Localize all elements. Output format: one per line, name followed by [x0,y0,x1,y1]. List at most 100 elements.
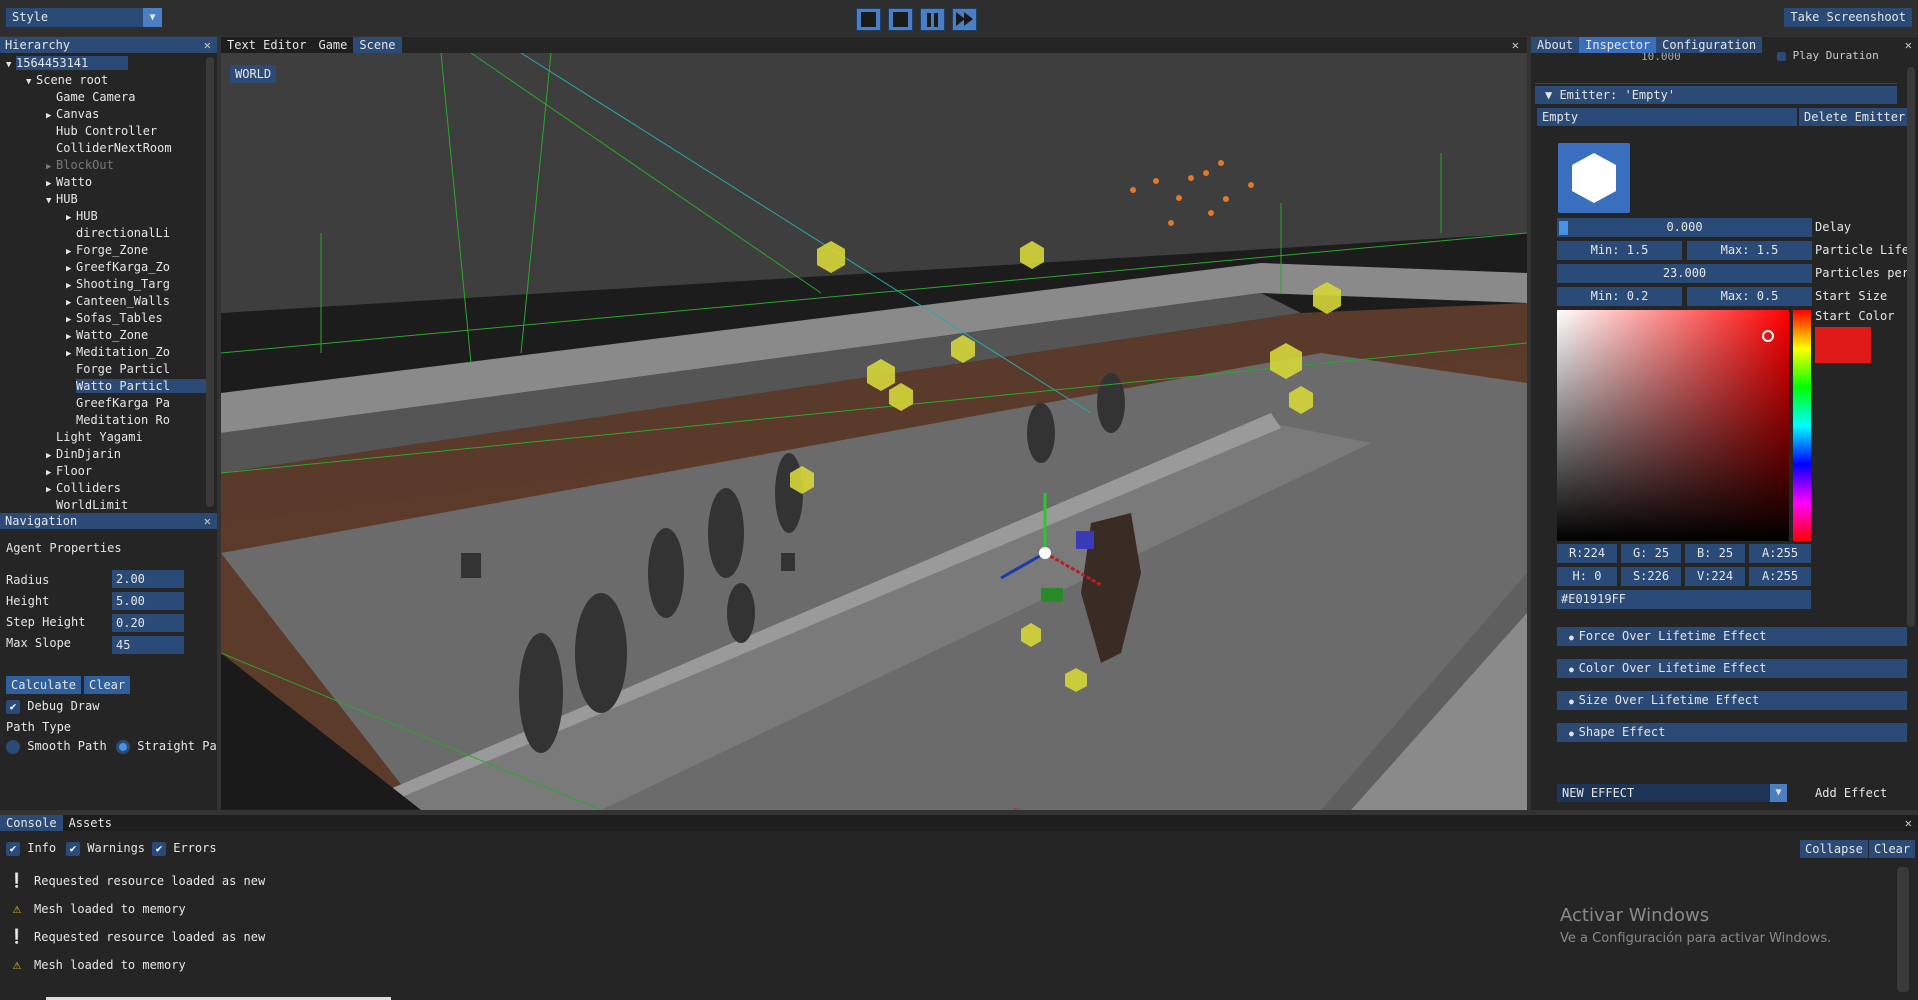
radius-field[interactable]: 2.00 [112,570,184,588]
hierarchy-item[interactable]: ▼ HUB [0,191,216,208]
info-filter[interactable]: ✔ Info [6,841,56,856]
expanded-arrow-icon[interactable]: ▼ [6,57,16,74]
hierarchy-item[interactable]: GreefKarga Pa [0,395,216,412]
effect-header[interactable]: ● Size Over Lifetime Effect [1557,691,1907,710]
tab-about[interactable]: About [1531,37,1580,53]
start-color-swatch[interactable] [1815,327,1871,363]
delay-slider[interactable]: 0.000 [1557,218,1812,237]
step-button[interactable] [888,8,913,31]
emitter-header[interactable]: ▼ Emitter: 'Empty' [1535,86,1897,104]
step-height-field[interactable]: 0.20 [112,614,184,632]
calculate-button[interactable]: Calculate [6,676,82,694]
hierarchy-item[interactable]: Game Camera [0,89,216,106]
expanded-arrow-icon[interactable]: ▼ [46,193,56,210]
hierarchy-item[interactable]: WorldLimit [0,497,216,513]
tab-assets[interactable]: Assets [62,815,118,831]
scene-render[interactable] [221,53,1527,810]
console-scrollbar[interactable] [1897,867,1909,992]
clear-button[interactable]: Clear [84,676,131,694]
checkbox-icon[interactable] [1777,51,1786,61]
hierarchy-item[interactable]: directionalLi [0,225,216,242]
hierarchy-item[interactable]: ColliderNextRoom [0,140,216,157]
close-icon[interactable]: ✕ [1905,37,1912,53]
hierarchy-item[interactable]: ▶ Canteen_Walls [0,293,216,310]
hierarchy-item[interactable]: ▼ Scene root [0,72,216,89]
world-toggle-button[interactable]: WORLD [230,65,277,83]
size-min-field[interactable]: Min: 0.2 [1557,287,1682,306]
hierarchy-item[interactable]: ▶ HUB [0,208,216,225]
effect-header[interactable]: ● Shape Effect [1557,723,1907,742]
delete-emitter-button[interactable]: Delete Emitter [1799,108,1911,126]
hierarchy-item[interactable]: ▶ Watto [0,174,216,191]
color-picker-sv-area[interactable] [1557,310,1789,541]
hierarchy-item[interactable]: ▶ Colliders [0,480,216,497]
life-max-field[interactable]: Max: 1.5 [1687,241,1812,260]
particles-per-field[interactable]: 23.000 [1557,264,1812,283]
tab-text-editor[interactable]: Text Editor [221,37,313,53]
clear-console-button[interactable]: Clear [1869,840,1916,858]
hierarchy-item[interactable]: ▶ Canvas [0,106,216,123]
tab-configuration[interactable]: Configuration [1656,37,1763,53]
expanded-arrow-icon[interactable]: ▼ [26,74,36,91]
height-field[interactable]: 5.00 [112,592,184,610]
hierarchy-item[interactable]: ▶ DinDjarin [0,446,216,463]
hierarchy-item[interactable]: ▶ BlockOut [0,157,216,174]
warnings-filter[interactable]: ✔ Warnings [66,841,145,856]
hierarchy-item[interactable]: ▶ Watto_Zone [0,327,216,344]
red-field[interactable]: R:224 [1557,544,1617,563]
particle-texture-preview[interactable] [1558,143,1630,213]
collapse-button[interactable]: Collapse [1800,840,1868,858]
hierarchy-item[interactable]: ▶ Forge_Zone [0,242,216,259]
take-screenshot-button[interactable]: Take Screenshoot [1784,8,1912,27]
hierarchy-item[interactable]: Forge Particl [0,361,216,378]
console-line[interactable]: ❕ Requested resource loaded as new [6,867,1886,895]
tab-scene[interactable]: Scene [353,37,402,53]
life-min-field[interactable]: Min: 1.5 [1557,241,1682,260]
effect-header[interactable]: ● Force Over Lifetime Effect [1557,627,1907,646]
add-effect-label[interactable]: Add Effect [1815,786,1887,800]
tab-console[interactable]: Console [0,815,63,831]
fast-forward-button[interactable] [952,8,977,31]
green-field[interactable]: G: 25 [1621,544,1681,563]
debug-draw-checkbox[interactable]: ✔ Debug Draw [6,699,99,714]
stop-button[interactable] [856,8,881,31]
hierarchy-item[interactable]: ▶ Sofas_Tables [0,310,216,327]
inspector-scrollbar[interactable] [1907,67,1915,627]
alpha-hsv-field[interactable]: A:255 [1749,567,1811,586]
hierarchy-item[interactable]: Light Yagami [0,429,216,446]
hierarchy-scrollbar[interactable] [206,57,214,507]
hierarchy-item[interactable]: Meditation Ro [0,412,216,429]
style-combo[interactable]: Style ▼ [6,8,162,27]
scene-viewport[interactable]: WORLD [221,53,1527,810]
hierarchy-item[interactable]: ▶ Floor [0,463,216,480]
close-icon[interactable]: ✕ [1905,815,1912,831]
hierarchy-item[interactable]: ▼ 1564453141 [0,55,216,72]
hue-field[interactable]: H: 0 [1557,567,1617,586]
close-icon[interactable]: ✕ [204,513,211,529]
chevron-down-icon[interactable]: ▼ [143,8,162,27]
hierarchy-item[interactable]: ▶ Shooting_Targ [0,276,216,293]
console-line[interactable]: ⚠ Mesh loaded to memory [6,951,1886,979]
straight-path-radio[interactable]: Straight Pa [116,739,217,754]
hue-slider[interactable] [1793,310,1811,541]
alpha-field[interactable]: A:255 [1749,544,1811,563]
color-picker-handle[interactable] [1762,330,1774,342]
value-field[interactable]: V:224 [1685,567,1745,586]
hex-field[interactable]: #E01919FF [1557,590,1811,609]
emitter-name-field[interactable]: Empty [1537,108,1797,126]
chevron-down-icon[interactable]: ▼ [1770,784,1787,802]
hierarchy-item[interactable]: ▶ Meditation_Zo [0,344,216,361]
smooth-path-radio[interactable]: Smooth Path [6,739,107,754]
close-icon[interactable]: ✕ [204,37,211,53]
hierarchy-item[interactable]: Watto Particl [0,378,216,395]
size-max-field[interactable]: Max: 0.5 [1687,287,1812,306]
saturation-field[interactable]: S:226 [1621,567,1681,586]
pause-button[interactable] [920,8,945,31]
tab-game[interactable]: Game [312,37,354,53]
blue-field[interactable]: B: 25 [1685,544,1745,563]
errors-filter[interactable]: ✔ Errors [152,841,217,856]
new-effect-combo[interactable]: NEW EFFECT ▼ [1557,784,1787,802]
effect-header[interactable]: ● Color Over Lifetime Effect [1557,659,1907,678]
hierarchy-item[interactable]: ▶ GreefKarga_Zo [0,259,216,276]
hierarchy-item[interactable]: Hub Controller [0,123,216,140]
